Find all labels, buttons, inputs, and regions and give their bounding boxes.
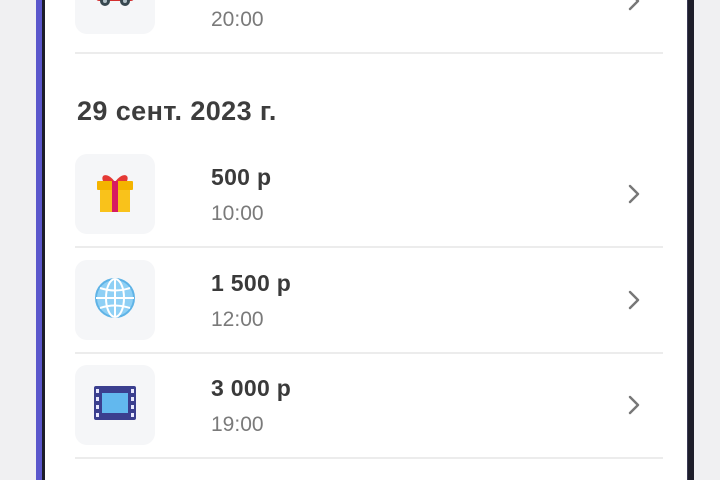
globe-icon [93,276,137,325]
date-group-header: 29 сент. 2023 г. [77,96,277,126]
transaction-row-car[interactable]: 20:00 [75,0,663,54]
row-divider [75,246,663,248]
transaction-row-film[interactable]: 3 000 р 19:00 [75,355,663,459]
transaction-time: 19:00 [211,413,264,436]
transaction-amount: 1 500 р [211,270,292,296]
chevron-right-icon [623,289,645,311]
transaction-time: 20:00 [211,8,264,31]
row-divider [75,352,663,354]
chevron-right-icon [623,394,645,416]
gift-icon [94,170,136,219]
transaction-icon-tile [75,0,155,34]
device-bezel-left [36,0,45,480]
row-divider [75,457,663,459]
transaction-icon-tile [75,365,155,445]
chevron-right-icon [623,0,645,12]
transaction-icon-tile [75,260,155,340]
car-icon [93,0,137,12]
transaction-time: 12:00 [211,308,264,331]
transaction-amount: 500 р [211,164,272,190]
transaction-icon-tile [75,154,155,234]
transaction-time: 10:00 [211,202,264,225]
film-icon [93,385,137,426]
chevron-right-icon [623,183,645,205]
device-bezel-right [687,0,694,480]
transaction-amount: 3 000 р [211,375,292,401]
transactions-screen: 20:00 29 сент. 2023 г. 500 р 10:00 1 500… [45,0,687,480]
transaction-row-globe[interactable]: 1 500 р 12:00 [75,250,663,354]
row-divider [75,52,663,54]
transaction-row-gift[interactable]: 500 р 10:00 [75,144,663,248]
